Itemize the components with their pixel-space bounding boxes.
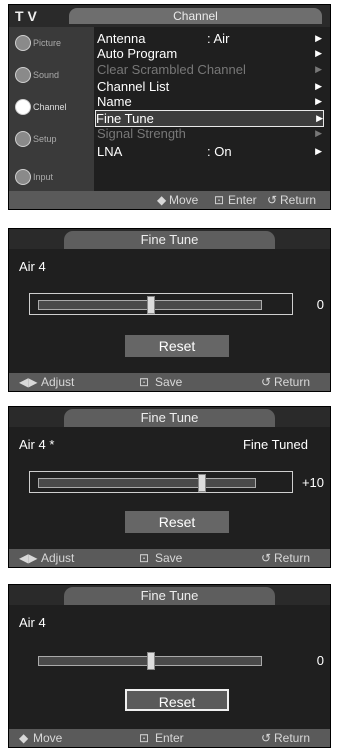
sidebar-item-setup[interactable]: Setup (15, 129, 91, 153)
return-hint: Return (274, 375, 311, 389)
fine-tune-header: Fine Tune (9, 407, 330, 427)
menu-header: T V Channel (9, 5, 330, 27)
slider-knob[interactable] (198, 474, 206, 492)
menu-footer: ◆ Move ⊡ Enter ↺ Return (9, 191, 330, 209)
fine-tune-title: Fine Tune (64, 409, 275, 427)
tv-label: T V (15, 8, 37, 24)
slider-track (38, 652, 262, 670)
fine-tune-title: Fine Tune (64, 231, 275, 249)
fine-tune-value: 0 (316, 297, 324, 312)
sidebar-item-picture[interactable]: Picture (15, 33, 91, 57)
channel-label: Air 4 (19, 259, 46, 274)
fine-tune-value: 0 (316, 653, 324, 668)
adjust-hint: Adjust (41, 375, 75, 389)
save-hint: Save (155, 551, 183, 565)
channel-menu-list: Antenna : Air ▶ Auto Program ▶ Clear Scr… (95, 27, 324, 191)
fine-tune-footer: ◀▶ Adjust ⊡ Save ↺ Return (9, 549, 330, 567)
slider-track (38, 296, 262, 314)
sidebar-item-input[interactable]: Input (15, 167, 91, 191)
enter-icon: ⊡ (139, 731, 150, 745)
adjust-icon: ◀▶ (19, 551, 38, 565)
right-arrow-icon: ▶ (316, 113, 323, 123)
reset-button[interactable]: Reset (125, 689, 229, 711)
fine-tune-footer: ◆ Move ⊡ Enter ↺ Return (9, 729, 330, 747)
input-icon (15, 169, 31, 185)
slider-knob[interactable] (147, 652, 155, 670)
right-arrow-icon: ▶ (315, 48, 322, 58)
adjust-icon: ◀▶ (19, 375, 38, 389)
fine-tune-screen-3: Fine Tune Air 4 0 Reset ◆ Move ⊡ Enter ↺… (8, 584, 331, 748)
fine-tune-screen-1: Fine Tune Air 4 0 Reset ◀▶ Adjust ⊡ Save… (8, 228, 331, 392)
channel-title-tab: Channel (69, 8, 322, 24)
save-icon: ⊡ (139, 375, 150, 389)
return-hint: Return (274, 731, 311, 745)
fine-tuned-status: Fine Tuned (242, 437, 308, 452)
enter-icon: ⊡ (214, 193, 225, 207)
sound-icon (15, 67, 31, 83)
return-icon: ↺ (261, 551, 272, 565)
fine-tune-value: +10 (301, 475, 324, 490)
move-hint: Move (33, 731, 63, 745)
enter-hint: Enter (155, 731, 184, 745)
channel-icon (15, 99, 31, 115)
fine-tune-screen-2: Fine Tune Air 4 * Fine Tuned +10 Reset ◀… (8, 406, 331, 568)
fine-tune-slider[interactable] (29, 293, 293, 315)
right-arrow-icon: ▶ (315, 96, 322, 106)
return-hint: Return (274, 551, 311, 565)
right-arrow-icon: ▶ (315, 64, 322, 74)
sidebar: Picture Sound Channel Setup Input (9, 27, 94, 191)
right-arrow-icon: ▶ (315, 146, 322, 156)
channel-label: Air 4 (19, 615, 46, 630)
menu-item-clear-scrambled-channel[interactable]: Clear Scrambled Channel ▶ (97, 62, 322, 77)
reset-button[interactable]: Reset (125, 335, 229, 357)
menu-item-signal-strength[interactable]: Signal Strength ▶ (97, 126, 322, 141)
channel-label: Air 4 * (19, 437, 55, 452)
fine-tune-slider[interactable] (29, 471, 293, 493)
picture-icon (15, 35, 31, 51)
setup-icon (15, 131, 31, 147)
adjust-hint: Adjust (41, 551, 75, 565)
menu-item-fine-tune[interactable]: Fine Tune ▶ (95, 110, 324, 127)
slider-knob[interactable] (147, 296, 155, 314)
menu-item-name[interactable]: Name ▶ (97, 94, 322, 109)
reset-button[interactable]: Reset (125, 511, 229, 533)
move-icon: ◆ (19, 731, 29, 745)
menu-item-channel-list[interactable]: Channel List ▶ (97, 79, 322, 94)
right-arrow-icon: ▶ (315, 33, 322, 43)
fine-tune-footer: ◀▶ Adjust ⊡ Save ↺ Return (9, 373, 330, 391)
enter-hint: Enter (228, 193, 257, 207)
fine-tune-header: Fine Tune (9, 229, 330, 249)
right-arrow-icon: ▶ (315, 128, 322, 138)
fine-tune-title: Fine Tune (64, 587, 275, 605)
channel-menu-screen: T V Channel Picture Sound Channel Setup … (8, 4, 331, 210)
sidebar-item-channel[interactable]: Channel (15, 97, 91, 121)
sidebar-item-sound[interactable]: Sound (15, 65, 91, 89)
menu-item-auto-program[interactable]: Auto Program ▶ (97, 46, 322, 61)
slider-track (38, 474, 256, 492)
move-icon: ◆ (157, 193, 167, 207)
save-hint: Save (155, 375, 183, 389)
return-hint: Return (280, 193, 317, 207)
return-icon: ↺ (261, 375, 272, 389)
fine-tune-slider[interactable] (29, 649, 293, 671)
return-icon: ↺ (261, 731, 272, 745)
menu-item-antenna[interactable]: Antenna : Air ▶ (97, 31, 322, 46)
move-hint: Move (169, 193, 199, 207)
save-icon: ⊡ (139, 551, 150, 565)
menu-item-lna[interactable]: LNA : On ▶ (97, 144, 322, 159)
right-arrow-icon: ▶ (315, 81, 322, 91)
return-icon: ↺ (267, 193, 278, 207)
fine-tune-header: Fine Tune (9, 585, 330, 605)
